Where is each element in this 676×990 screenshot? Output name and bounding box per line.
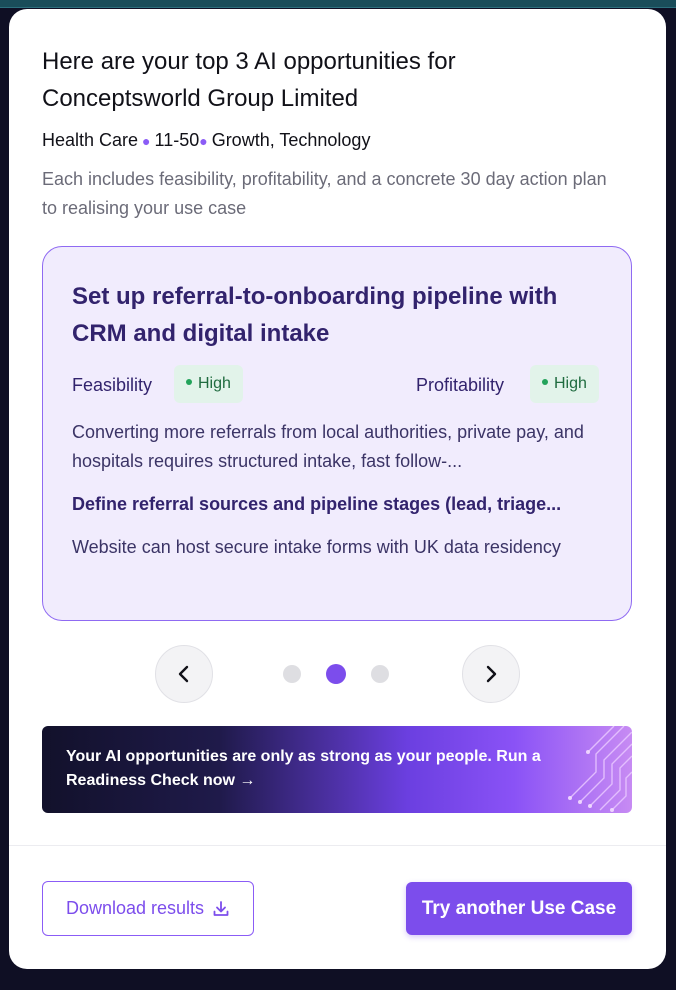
chevron-right-icon: [486, 665, 497, 683]
banner-text: Your AI opportunities are only as strong…: [66, 748, 541, 789]
opportunity-note: Website can host secure intake forms wit…: [72, 537, 561, 557]
try-another-use-case-button[interactable]: Try another Use Case: [406, 882, 632, 935]
company-meta: Health Care ● 11-50● Growth, Technology: [42, 128, 370, 153]
download-results-button[interactable]: Download results: [42, 881, 254, 936]
status-dot-icon: [542, 378, 548, 385]
meta-stage: Growth, Technology: [211, 130, 371, 150]
profitability-value: High: [554, 375, 587, 392]
download-label: Download results: [65, 898, 205, 918]
separator-dot: ●: [199, 133, 208, 149]
readiness-check-banner[interactable]: Your AI opportunities are only as strong…: [42, 726, 632, 813]
meta-size: 11-50: [154, 130, 200, 150]
meta-industry: Health Care: [42, 130, 139, 150]
pagination-dot[interactable]: [283, 665, 301, 683]
chevron-left-icon: [178, 665, 189, 683]
carousel-prev-button[interactable]: [155, 645, 213, 703]
carousel-next-button[interactable]: [462, 645, 520, 703]
pagination-dot[interactable]: [371, 665, 389, 683]
modal-subtitle: Each includes feasibility, profitability…: [42, 169, 607, 218]
opportunity-description: Converting more referrals from local aut…: [72, 422, 584, 471]
footer-divider: [9, 845, 666, 846]
top-strip: [0, 0, 676, 8]
first-action-step: Define referral sources and pipeline sta…: [72, 494, 562, 514]
opportunity-card[interactable]: Set up referral-to-onboarding pipeline w…: [42, 246, 632, 621]
modal-headline: Here are your top 3 AI opportunities for…: [42, 48, 456, 112]
profitability-label: Profitability: [416, 375, 505, 395]
profitability-badge: High: [530, 365, 599, 403]
feasibility-badge: High: [174, 365, 243, 403]
download-icon: [213, 900, 229, 916]
opportunity-title: Set up referral-to-onboarding pipeline w…: [72, 283, 558, 347]
feasibility-label: Feasibility: [72, 375, 153, 395]
opportunities-modal: Here are your top 3 AI opportunities for…: [9, 9, 666, 969]
feasibility-value: High: [198, 375, 231, 392]
separator-dot: ●: [142, 133, 151, 149]
status-dot-icon: [186, 378, 192, 385]
circuit-pattern-icon: [568, 726, 632, 812]
pagination-dot-active[interactable]: [326, 664, 346, 684]
